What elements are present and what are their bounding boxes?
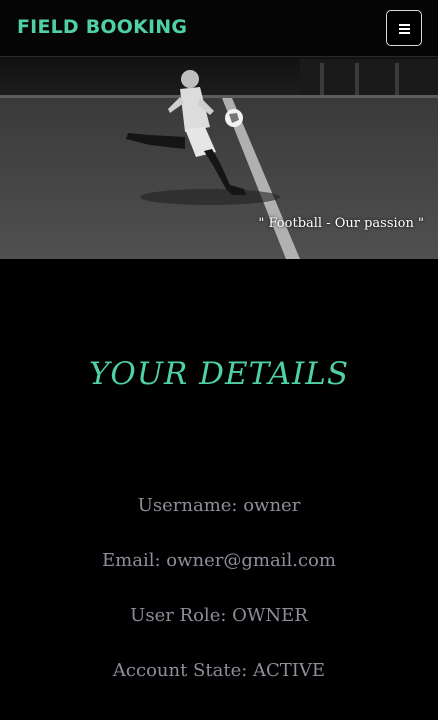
hamburger-menu-icon (399, 24, 410, 34)
brand-link[interactable]: FIELD BOOKING (17, 16, 187, 38)
hero-quote: " Football - Our passion " (258, 216, 424, 231)
page-title: YOUR DETAILS (88, 356, 350, 392)
detail-email: Email: owner@gmail.com (102, 550, 336, 571)
detail-user-role: User Role: OWNER (130, 605, 308, 626)
detail-account-state: Account State: ACTIVE (112, 660, 326, 681)
hero-banner: " Football - Our passion " (0, 57, 438, 259)
menu-toggle-button[interactable] (386, 10, 422, 46)
navbar: FIELD BOOKING (0, 0, 438, 57)
detail-username: Username: owner (137, 495, 301, 516)
